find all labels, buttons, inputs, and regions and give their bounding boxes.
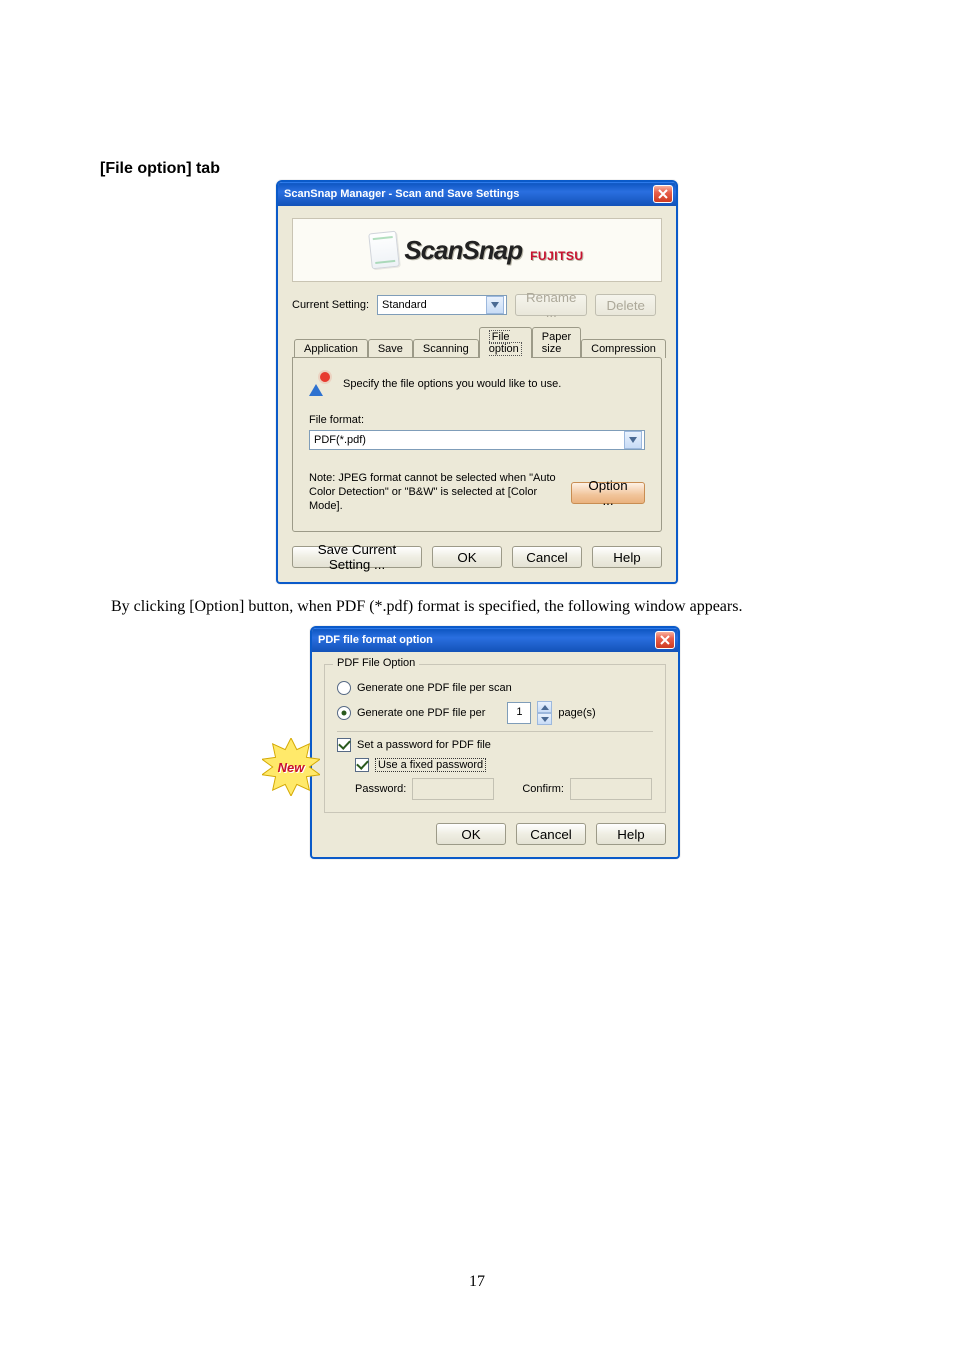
scansnap-logo-icon	[369, 231, 401, 270]
page-number: 17	[0, 1273, 954, 1291]
close-icon	[660, 635, 670, 645]
tab-compression[interactable]: Compression	[581, 339, 666, 358]
save-current-setting-button[interactable]: Save Current Setting ...	[292, 546, 422, 568]
logo-panel: ScanSnap FUJITSU	[292, 218, 662, 282]
chevron-down-icon	[486, 296, 504, 314]
new-feature-badge: New	[262, 738, 320, 796]
checkbox-fixed-password-label: Use a fixed password	[375, 758, 486, 772]
file-option-tab-icon	[309, 372, 333, 396]
pdf-file-format-option-dialog: PDF file format option PDF File Option G…	[310, 626, 680, 859]
titlebar: ScanSnap Manager - Scan and Save Setting…	[278, 182, 676, 206]
current-setting-label: Current Setting:	[292, 299, 369, 311]
group-legend: PDF File Option	[333, 657, 419, 669]
option-click-explainer: By clicking [Option] button, when PDF (*…	[111, 598, 954, 616]
rename-button[interactable]: Rename ...	[515, 294, 587, 316]
radio-per-pages-label: Generate one PDF file per	[357, 707, 485, 719]
close-button[interactable]	[653, 185, 673, 203]
vendor-name: FUJITSU	[530, 249, 584, 263]
checkbox-set-password-row[interactable]: Set a password for PDF file	[337, 738, 653, 752]
radio-per-pages[interactable]	[337, 706, 351, 720]
cancel-button[interactable]: Cancel	[516, 823, 586, 845]
tab-application[interactable]: Application	[294, 339, 368, 358]
spin-up-button[interactable]	[537, 701, 552, 713]
close-button[interactable]	[655, 631, 675, 649]
pages-suffix: page(s)	[558, 707, 595, 719]
radio-per-scan-row[interactable]: Generate one PDF file per scan	[337, 681, 653, 695]
titlebar: PDF file format option	[312, 628, 678, 652]
radio-per-scan[interactable]	[337, 681, 351, 695]
section-heading: [File option] tab	[100, 160, 954, 178]
tab-scanning[interactable]: Scanning	[413, 339, 479, 358]
chevron-down-icon	[624, 431, 642, 449]
confirm-label: Confirm:	[522, 783, 564, 795]
window-title: PDF file format option	[318, 634, 433, 646]
tab-panel-file-option: Specify the file options you would like …	[292, 357, 662, 532]
cancel-button[interactable]: Cancel	[512, 546, 582, 568]
pdf-file-option-group: PDF File Option Generate one PDF file pe…	[324, 664, 666, 813]
window-title: ScanSnap Manager - Scan and Save Setting…	[284, 188, 519, 200]
confirm-input[interactable]	[570, 778, 652, 800]
tab-file-option[interactable]: File option	[479, 327, 532, 358]
checkbox-set-password[interactable]	[337, 738, 351, 752]
checkbox-set-password-label: Set a password for PDF file	[357, 739, 491, 751]
help-button[interactable]: Help	[592, 546, 662, 568]
password-label: Password:	[355, 783, 406, 795]
chevron-up-icon	[541, 705, 549, 710]
tab-save[interactable]: Save	[368, 339, 413, 358]
delete-button[interactable]: Delete	[595, 294, 656, 316]
logo-text: ScanSnap FUJITSU	[404, 235, 583, 266]
checkbox-fixed-password[interactable]	[355, 758, 369, 772]
file-format-note: Note: JPEG format cannot be selected whe…	[309, 472, 559, 513]
file-format-value: PDF(*.pdf)	[314, 434, 366, 446]
tab-description: Specify the file options you would like …	[343, 378, 561, 390]
tabs-bar: Application Save Scanning File option Pa…	[292, 326, 662, 357]
radio-per-scan-label: Generate one PDF file per scan	[357, 682, 512, 694]
ok-button[interactable]: OK	[432, 546, 502, 568]
checkbox-fixed-password-row[interactable]: Use a fixed password	[355, 758, 653, 772]
spin-down-button[interactable]	[537, 713, 552, 725]
current-setting-select[interactable]: Standard	[377, 295, 507, 315]
file-format-select[interactable]: PDF(*.pdf)	[309, 430, 645, 450]
help-button[interactable]: Help	[596, 823, 666, 845]
tab-paper-size[interactable]: Paper size	[532, 327, 581, 358]
current-setting-value: Standard	[382, 299, 427, 311]
option-button[interactable]: Option ...	[571, 482, 645, 504]
current-setting-row: Current Setting: Standard Rename ... Del…	[292, 294, 662, 316]
close-icon	[658, 189, 668, 199]
password-input[interactable]	[412, 778, 494, 800]
radio-per-pages-row[interactable]: Generate one PDF file per 1 page(s)	[337, 701, 653, 725]
new-badge-text: New	[278, 760, 305, 775]
file-format-label: File format:	[309, 414, 645, 426]
brand-name: ScanSnap	[404, 235, 522, 266]
tab-file-option-label: File option	[489, 330, 522, 356]
group-divider	[337, 731, 653, 732]
scan-save-settings-window: ScanSnap Manager - Scan and Save Setting…	[276, 180, 678, 584]
pages-input[interactable]: 1	[507, 702, 531, 724]
chevron-down-icon	[541, 717, 549, 722]
ok-button[interactable]: OK	[436, 823, 506, 845]
